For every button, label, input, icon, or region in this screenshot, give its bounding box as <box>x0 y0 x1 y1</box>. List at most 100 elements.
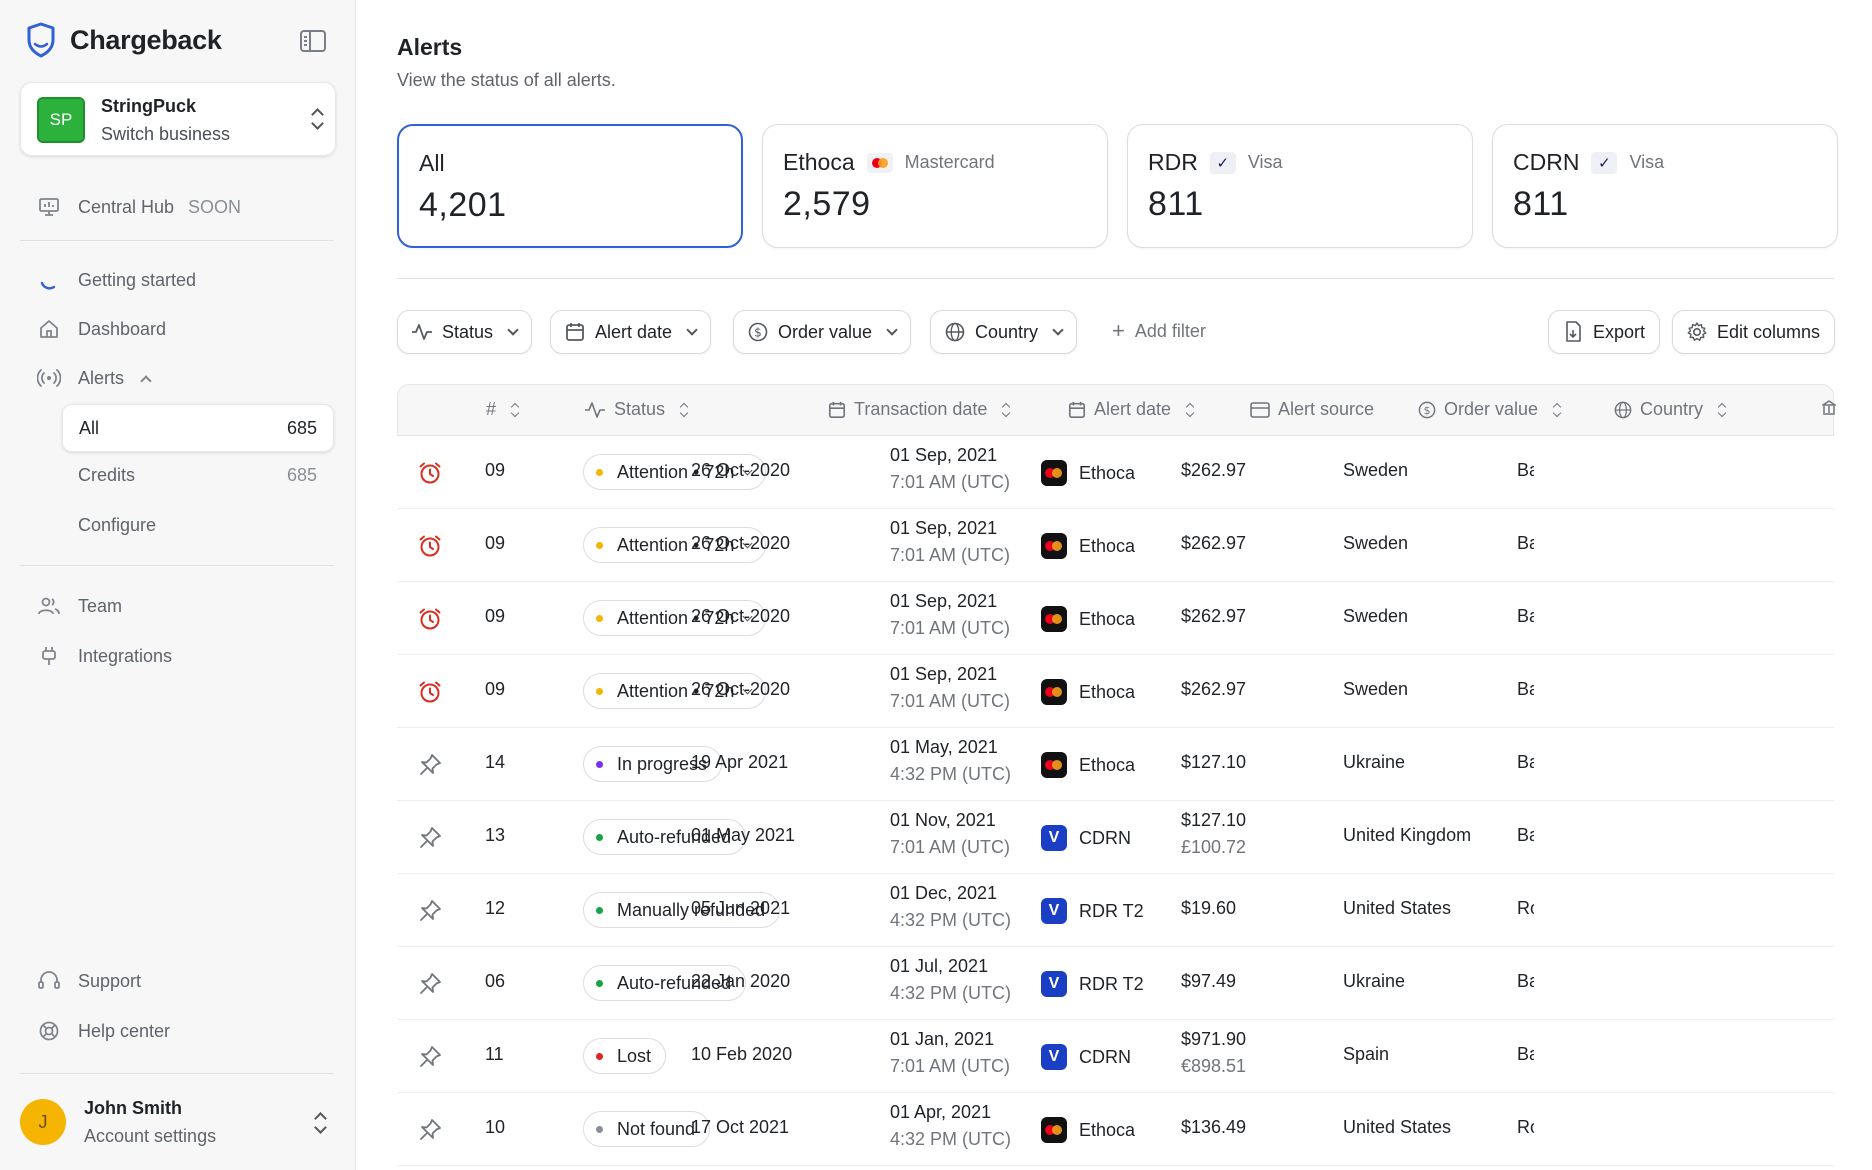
pin-icon[interactable] <box>417 1117 443 1143</box>
sidebar-toggle-icon[interactable] <box>300 30 326 52</box>
lifebuoy-icon <box>36 1018 62 1044</box>
add-filter-button[interactable]: + Add filter <box>1112 318 1206 344</box>
table-row[interactable]: 14 In progress 19 Apr 2021 01 May, 2021 4:32… <box>397 728 1834 801</box>
country: United Kingdom <box>1343 825 1472 845</box>
col-label: Country <box>1640 399 1704 419</box>
alert-number: 12 <box>485 898 506 918</box>
add-filter-label: Add filter <box>1134 320 1206 341</box>
table-row[interactable]: 06 Auto-refunded 22 Jan 2020 01 Jul, 2021 4:… <box>397 947 1834 1020</box>
table-row[interactable]: 10 Not found 17 Oct 2021 01 Apr, 2021 4:32 P… <box>397 1093 1834 1166</box>
nav-central-hub[interactable]: Central Hub SOON <box>36 192 241 222</box>
alert-date: 01 Nov, 2021 <box>890 810 996 830</box>
filter-order-value[interactable]: $ Order value <box>733 310 912 354</box>
col-country[interactable]: Country <box>1614 399 1727 420</box>
alert-time: 7:01 AM (UTC) <box>890 691 1011 711</box>
pin-icon[interactable] <box>417 1044 443 1070</box>
export-button[interactable]: Export <box>1548 310 1661 354</box>
card-rdr[interactable]: RDR ✓ Visa 811 <box>1127 124 1473 248</box>
pin-icon[interactable] <box>417 752 443 778</box>
brand[interactable]: Chargeback <box>26 22 222 58</box>
card-value: 811 <box>1513 185 1569 223</box>
card-title: All <box>419 150 445 176</box>
business-name: StringPuck <box>101 96 197 116</box>
alert-time: 4:32 PM (UTC) <box>890 1129 1012 1149</box>
country: Sweden <box>1343 533 1409 553</box>
alert-time: 7:01 AM (UTC) <box>890 618 1011 638</box>
nav-dashboard[interactable]: Dashboard <box>36 314 166 344</box>
order-value-local: €898.51 <box>1181 1056 1247 1076</box>
truncated-cell: Ba <box>1517 971 1534 991</box>
filter-alert-date[interactable]: Alert date <box>550 310 712 354</box>
card-all[interactable]: All 4,201 <box>397 124 743 248</box>
alert-source-label: CDRN <box>1079 1046 1131 1067</box>
table-header: # Status Transaction date Alert date Ale… <box>397 384 1836 436</box>
alarm-clock-icon[interactable] <box>417 606 443 632</box>
alert-number: 06 <box>485 971 506 991</box>
nav-help-center[interactable]: Help center <box>36 1016 170 1046</box>
table-row[interactable]: 09 Attention • 72h 26 Oct-2020 01 Sep, 2021… <box>397 582 1834 655</box>
filter-status[interactable]: Status <box>397 310 533 354</box>
nav-getting-started[interactable]: Getting started <box>36 265 196 295</box>
col-alert-source[interactable]: Alert source <box>1250 399 1374 420</box>
sidebar-item-credits[interactable]: Credits <box>78 465 135 486</box>
pin-icon[interactable] <box>417 898 443 924</box>
alert-time: 7:01 AM (UTC) <box>890 837 1011 857</box>
card-title: Ethoca <box>783 149 855 175</box>
table-row[interactable]: 13 Auto-refunded 01 May 2021 01 Nov, 2021 7:… <box>397 801 1834 874</box>
filter-country[interactable]: Country <box>930 310 1078 354</box>
alert-datetime: 01 Sep, 2021 7:01 AM (UTC) <box>890 664 1010 712</box>
business-switcher[interactable]: SP StringPuck Switch business <box>20 82 336 156</box>
card-value: 2,579 <box>783 185 871 223</box>
alert-datetime: 01 Sep, 2021 7:01 AM (UTC) <box>890 518 1010 566</box>
col-label: Alert source <box>1278 399 1375 419</box>
nav-integrations[interactable]: Integrations <box>36 641 172 671</box>
globe-icon <box>1614 401 1632 418</box>
col-order-value[interactable]: $ Order value <box>1418 399 1562 420</box>
col-status[interactable]: Status <box>584 399 689 420</box>
chevron-updown-icon <box>314 1112 328 1134</box>
table-row[interactable]: 09 Attention • 72h 26 Oct-2020 01 Sep, 2021… <box>397 509 1834 582</box>
table-row[interactable]: 09 Attention • 72h 26 Oct-2020 01 Sep, 2021… <box>397 436 1834 509</box>
col-number[interactable]: # <box>486 399 520 420</box>
globe-icon <box>943 322 967 342</box>
sort-icon <box>510 402 520 418</box>
truncated-cell: Ba <box>1517 679 1534 699</box>
divider <box>20 240 334 241</box>
table-row[interactable]: 09 Attention • 72h 26 Oct-2020 01 Sep, 2021… <box>397 655 1834 728</box>
nav-support[interactable]: Support <box>36 966 141 996</box>
status-dot <box>596 1125 603 1133</box>
alert-datetime: 01 Sep, 2021 7:01 AM (UTC) <box>890 591 1010 639</box>
table-row[interactable]: 11 Lost 10 Feb 2020 01 Jan, 2021 7:01 AM (UT… <box>397 1020 1834 1093</box>
alarm-clock-icon[interactable] <box>417 533 443 559</box>
nav-team[interactable]: Team <box>36 591 122 621</box>
transaction-date: 26 Oct-2020 <box>691 679 791 699</box>
edit-columns-button[interactable]: Edit columns <box>1672 310 1836 354</box>
col-label: # <box>486 399 497 419</box>
country: United States <box>1343 1117 1452 1137</box>
account-settings-label: Account settings <box>84 1126 217 1146</box>
order-value-usd: $127.10 <box>1181 810 1247 830</box>
file-download-icon <box>1561 321 1585 343</box>
card-cdrn[interactable]: CDRN ✓ Visa 811 <box>1492 124 1838 248</box>
nav-alerts[interactable]: Alerts <box>36 363 152 393</box>
sidebar-item-configure[interactable]: Configure <box>78 515 156 536</box>
transaction-date: 05 Jun 2021 <box>691 898 791 918</box>
alert-datetime: 01 Sep, 2021 7:01 AM (UTC) <box>890 445 1010 493</box>
alarm-clock-icon[interactable] <box>417 679 443 705</box>
pin-icon[interactable] <box>417 971 443 997</box>
col-transaction-date[interactable]: Transaction date <box>828 399 1011 420</box>
mastercard-icon <box>1041 1117 1067 1143</box>
activity-icon <box>585 401 605 418</box>
truncated-cell: Ro <box>1517 1117 1534 1137</box>
pin-icon[interactable] <box>417 825 443 851</box>
sidebar-item-alerts-all[interactable]: All 685 <box>62 404 334 452</box>
account-switcher[interactable]: J John Smith Account settings <box>20 1095 336 1155</box>
sort-icon <box>1185 402 1195 418</box>
alarm-clock-icon[interactable] <box>417 460 443 486</box>
alert-time: 7:01 AM (UTC) <box>890 472 1011 492</box>
col-alert-date[interactable]: Alert date <box>1068 399 1195 420</box>
card-ethoca[interactable]: Ethoca Mastercard 2,579 <box>762 124 1108 248</box>
table-row[interactable]: 12 Manually refunded 05 Jun 2021 01 Dec, 20… <box>397 874 1834 947</box>
business-avatar: SP <box>37 97 85 143</box>
bank-icon <box>1822 399 1836 417</box>
